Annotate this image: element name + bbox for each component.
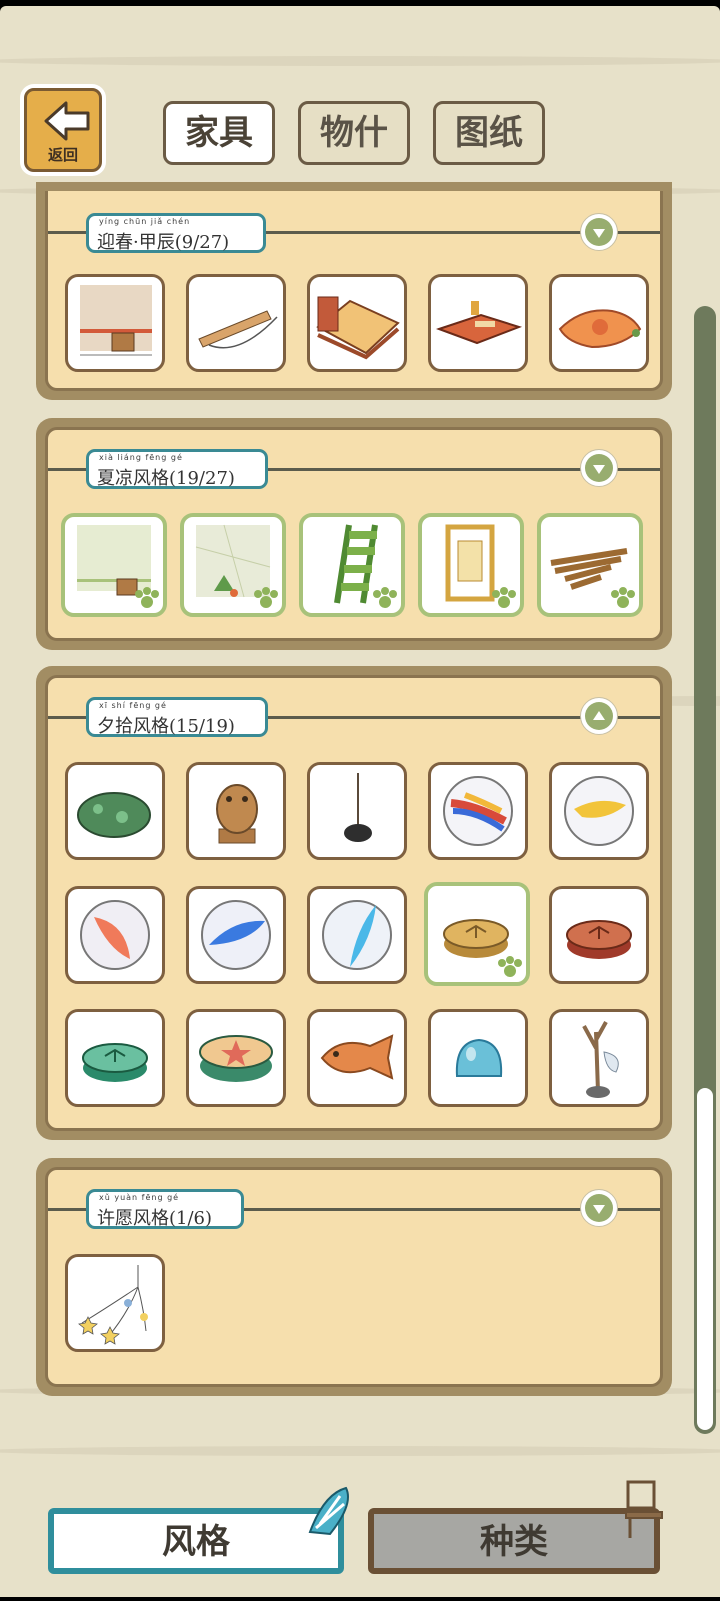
chevron-up-icon bbox=[593, 711, 605, 720]
frog-paw-icon bbox=[135, 587, 159, 608]
furniture-item[interactable] bbox=[428, 762, 528, 860]
panel-title-text: 迎春·甲辰(9/27) bbox=[97, 232, 230, 253]
left-arrow-icon bbox=[44, 101, 90, 141]
back-button[interactable]: 返回 bbox=[20, 84, 106, 176]
chevron-down-icon bbox=[593, 229, 605, 238]
category-panel-wish: xǔ yuàn fēng gé 许愿风格(1/6) bbox=[36, 1158, 672, 1396]
furniture-item[interactable] bbox=[537, 513, 643, 617]
furniture-item[interactable] bbox=[65, 762, 165, 860]
expand-toggle[interactable] bbox=[580, 213, 618, 251]
wood-grain bbox=[0, 56, 720, 66]
panel-pinyin: xià liáng fēng gé bbox=[99, 453, 183, 462]
chevron-down-icon bbox=[593, 465, 605, 474]
back-label: 返回 bbox=[47, 146, 78, 164]
furniture-item[interactable] bbox=[549, 762, 649, 860]
rainbow-marble-icon bbox=[443, 776, 513, 846]
star-chime-icon bbox=[78, 1265, 148, 1345]
furniture-item[interactable] bbox=[307, 886, 407, 984]
furniture-item[interactable] bbox=[549, 274, 649, 372]
panel-title: xià liáng fēng gé 夏凉风格(19/27) bbox=[86, 449, 268, 489]
scrollbar-thumb[interactable] bbox=[697, 1088, 713, 1430]
frog-paw-icon bbox=[254, 587, 278, 608]
frog-paw-icon bbox=[373, 587, 397, 608]
taiyaki-fish-icon bbox=[320, 1034, 394, 1080]
panel-title: xǔ yuàn fēng gé 许愿风格(1/6) bbox=[86, 1189, 244, 1229]
panel-title-text: 夏凉风格(19/27) bbox=[97, 468, 235, 489]
furniture-item[interactable] bbox=[307, 274, 407, 372]
blue-jelly-icon bbox=[455, 1038, 503, 1077]
furniture-item[interactable] bbox=[65, 1254, 165, 1352]
frog-paw-icon bbox=[498, 956, 522, 977]
wooden-bed-icon bbox=[316, 296, 400, 360]
tab-furniture[interactable]: 家具 bbox=[163, 101, 275, 165]
category-panel-spring: yíng chūn jiǎ chén 迎春·甲辰(9/27) bbox=[36, 182, 672, 400]
panel-title: yíng chūn jiǎ chén 迎春·甲辰(9/27) bbox=[86, 213, 266, 253]
tab-category-label: 种类 bbox=[480, 1522, 548, 1562]
panel-pinyin: yíng chūn jiǎ chén bbox=[99, 217, 191, 226]
panel-pinyin: xī shí fēng gé bbox=[99, 701, 167, 710]
panel-body: xī shí fēng gé 夕拾风格(15/19) bbox=[45, 675, 663, 1131]
furniture-item[interactable] bbox=[186, 886, 286, 984]
yellow-marble-icon bbox=[564, 776, 634, 846]
furniture-item[interactable] bbox=[186, 274, 286, 372]
tab-category[interactable]: 种类 bbox=[368, 1508, 660, 1574]
tab-items[interactable]: 物什 bbox=[298, 101, 410, 165]
furniture-item[interactable] bbox=[428, 274, 528, 372]
furniture-item[interactable] bbox=[65, 886, 165, 984]
star-drum-icon bbox=[199, 1035, 273, 1082]
wall-scroll-bucket-icon bbox=[80, 285, 152, 356]
category-panel-summer: xià liáng fēng gé 夏凉风格(19/27) bbox=[36, 418, 672, 650]
expand-toggle[interactable] bbox=[580, 449, 618, 487]
tab-style-label: 风格 bbox=[162, 1522, 230, 1562]
panel-body: xǔ yuàn fēng gé 许愿风格(1/6) bbox=[45, 1167, 663, 1387]
bamboo-flute-icon bbox=[198, 310, 278, 349]
panel-title-text: 夕拾风格(15/19) bbox=[97, 716, 235, 737]
low-table-icon bbox=[435, 301, 523, 345]
stick-stand-icon bbox=[344, 773, 372, 842]
orange-cushion-icon bbox=[558, 309, 642, 349]
furniture-item[interactable] bbox=[549, 886, 649, 984]
category-panel-evening: xī shí fēng gé 夕拾风格(15/19) bbox=[36, 666, 672, 1140]
branch-stand-icon bbox=[582, 1021, 619, 1098]
back-button-face: 返回 bbox=[24, 88, 102, 172]
chevron-down-icon bbox=[593, 1205, 605, 1214]
furniture-item[interactable] bbox=[307, 1009, 407, 1107]
furniture-item[interactable] bbox=[186, 1009, 286, 1107]
panel-body: yíng chūn jiǎ chén 迎春·甲辰(9/27) bbox=[45, 191, 663, 391]
cyan-marble-icon bbox=[322, 900, 392, 970]
chair-icon bbox=[625, 1480, 663, 1538]
panel-body: xià liáng fēng gé 夏凉风格(19/27) bbox=[45, 427, 663, 641]
furniture-item[interactable] bbox=[61, 513, 167, 617]
furniture-item[interactable] bbox=[418, 513, 524, 617]
app-screen: 返回 家具 物什 图纸 yíng chūn jiǎ chén 迎春·甲辰(9/2… bbox=[0, 6, 720, 1597]
furniture-item[interactable] bbox=[65, 274, 165, 372]
frog-paw-icon bbox=[611, 587, 635, 608]
furniture-item[interactable] bbox=[299, 513, 405, 617]
furniture-item[interactable] bbox=[180, 513, 286, 617]
furniture-item[interactable] bbox=[549, 1009, 649, 1107]
furniture-item[interactable] bbox=[424, 882, 530, 986]
furniture-item[interactable] bbox=[307, 762, 407, 860]
seashell-icon bbox=[308, 1486, 349, 1536]
collapse-toggle[interactable] bbox=[580, 697, 618, 735]
stone-frog-statue-icon bbox=[216, 784, 258, 844]
tab-blueprints[interactable]: 图纸 bbox=[433, 101, 545, 165]
expand-toggle[interactable] bbox=[580, 1189, 618, 1227]
frog-paw-icon bbox=[492, 587, 516, 608]
green-checker-piece-icon bbox=[82, 1043, 148, 1082]
furniture-item[interactable] bbox=[186, 762, 286, 860]
furniture-item[interactable] bbox=[428, 1009, 528, 1107]
furniture-item[interactable] bbox=[65, 1009, 165, 1107]
orange-marble-icon bbox=[80, 900, 150, 970]
green-frog-stone-icon bbox=[77, 792, 151, 838]
blue-marble-icon bbox=[201, 900, 271, 970]
panel-pinyin: xǔ yuàn fēng gé bbox=[99, 1193, 180, 1202]
panel-title-text: 许愿风格(1/6) bbox=[97, 1208, 213, 1229]
red-checker-piece-icon bbox=[566, 920, 632, 959]
wood-grain bbox=[0, 1446, 720, 1456]
panel-title: xī shí fēng gé 夕拾风格(15/19) bbox=[86, 697, 268, 737]
